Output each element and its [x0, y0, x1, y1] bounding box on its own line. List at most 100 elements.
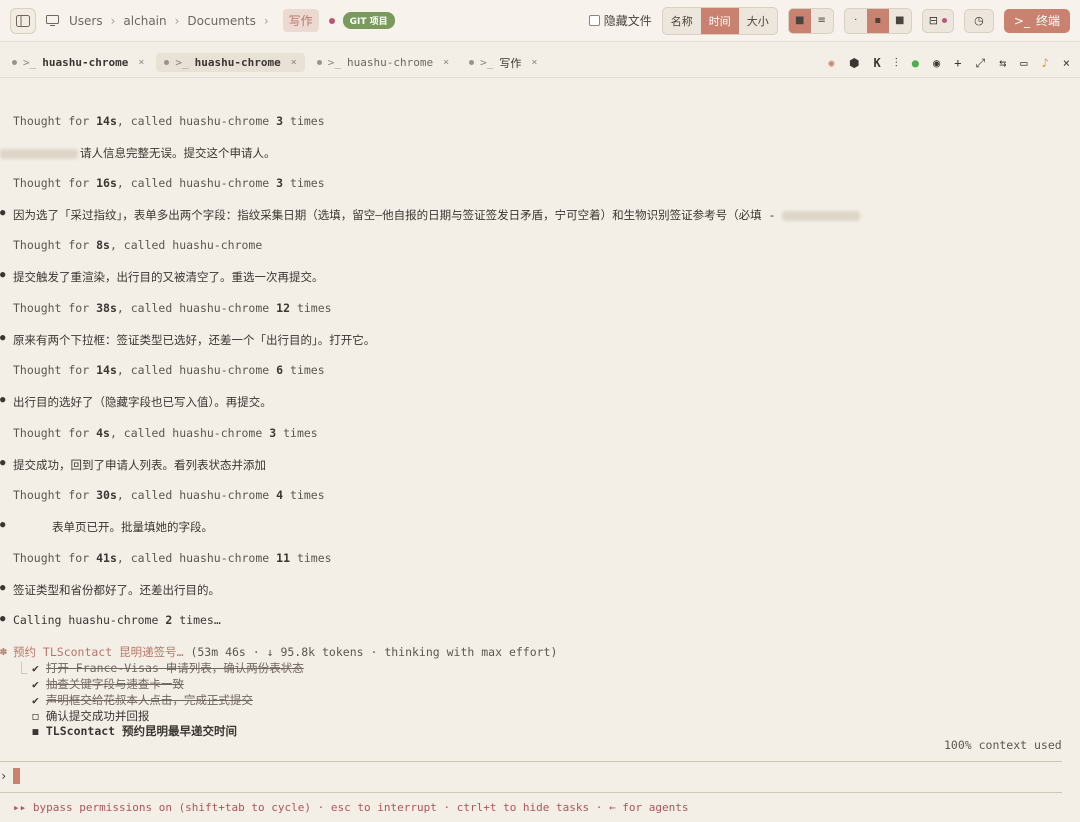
- k-logo-icon[interactable]: K: [874, 56, 881, 70]
- task-item: ◻ 确认提交成功并回报: [32, 709, 150, 723]
- density-control: · ▪ ■: [843, 7, 912, 34]
- tab-huashu-chrome-2[interactable]: >_ huashu-chrome ×: [156, 53, 305, 72]
- large-square-icon: ■: [894, 15, 905, 26]
- sidebar-toggle-button[interactable]: [10, 7, 36, 34]
- tab-label: huashu-chrome: [194, 56, 281, 69]
- git-badge: GIT 项目: [342, 12, 395, 29]
- sort-by-name[interactable]: 名称: [663, 8, 701, 34]
- context-usage: 100% context used: [944, 738, 1062, 752]
- input-cursor[interactable]: [13, 768, 20, 784]
- thought-line: Thought for 16s, called huashu-chrome 3 …: [13, 176, 325, 190]
- task-item: ✔ 打开 France-Visas 申请列表，确认两份表状态: [32, 661, 304, 675]
- message-line: 请人信息完整无误。提交这个申请人。: [0, 145, 276, 161]
- sidebar-icon: [16, 14, 30, 27]
- close-panel-icon[interactable]: ×: [1063, 56, 1070, 70]
- breadcrumb: Users › alchain › Documents › 写作: [46, 9, 319, 32]
- hide-files-checkbox[interactable]: [588, 15, 600, 26]
- sort-by-size[interactable]: 大小: [739, 8, 777, 34]
- message-line: 因为选了「采过指纹」，表单多出两个字段：指纹采集日期（选填，留空—他自报的日期与…: [0, 207, 860, 223]
- medium-dot-icon: ▪: [874, 15, 882, 26]
- thought-line: Thought for 14s, called huashu-chrome 3 …: [13, 114, 325, 128]
- message-line: 表单页已开。批量填她的字段。: [0, 519, 213, 535]
- close-icon[interactable]: ×: [138, 57, 144, 68]
- breadcrumb-current[interactable]: 写作: [282, 9, 319, 32]
- eye-icon[interactable]: ◉: [933, 56, 940, 70]
- tab-status-dot: [469, 60, 475, 65]
- inbox-icon: ⊟: [928, 14, 938, 27]
- hide-files-label: 隐藏文件: [603, 14, 652, 28]
- redacted-block: [0, 148, 78, 159]
- openai-icon[interactable]: ⬢: [849, 56, 859, 70]
- terminal-icon: >_: [175, 56, 189, 69]
- sliders-icon[interactable]: ⫶: [895, 56, 898, 71]
- wechat-icon[interactable]: ●: [912, 56, 919, 70]
- status-dot: [328, 17, 335, 24]
- divider: [0, 761, 1062, 762]
- small-dot-icon: ·: [854, 15, 858, 26]
- tab-bar: >_ huashu-chrome × >_ huashu-chrome × >_…: [0, 48, 1080, 78]
- calling-line: Calling huashu-chrome 2 times…: [0, 613, 221, 627]
- inbox-button[interactable]: ⊟: [921, 8, 954, 33]
- tab-toolbar: ✺ ⬢ K ⫶ ● ◉ + ⤢ ⇆ ▭ ♪ ×: [828, 48, 1070, 78]
- tab-status-dot: [12, 60, 17, 65]
- plus-icon[interactable]: +: [954, 56, 961, 70]
- tab-status-dot: [316, 60, 322, 65]
- inbox-dot: [941, 18, 947, 23]
- tab-status-dot: [164, 60, 170, 65]
- swap-icon[interactable]: ⇆: [999, 56, 1006, 70]
- message-line: 原来有两个下拉框：签证类型已选好，还差一个「出行目的」。打开它。: [0, 332, 375, 348]
- thought-line: Thought for 8s, called huashu-chrome: [13, 238, 263, 252]
- tab-huashu-chrome-1[interactable]: >_ huashu-chrome ×: [4, 53, 152, 72]
- tab-label: huashu-chrome: [42, 56, 129, 69]
- message-line: 出行目的选好了（隐藏字段也已写入值）。再提交。: [0, 394, 272, 410]
- prompt-caret: ›: [0, 769, 8, 783]
- spinner-icon: ✽: [0, 644, 7, 658]
- footer-hint: ▸▸ bypass permissions on (shift+tab to c…: [13, 801, 689, 814]
- expand-icon[interactable]: ⤢: [975, 56, 985, 71]
- close-icon[interactable]: ×: [443, 57, 449, 68]
- task-tree-branch: ⎿: [16, 661, 28, 675]
- record-icon[interactable]: ▭: [1020, 56, 1027, 70]
- terminal-icon: >_: [327, 56, 341, 69]
- thought-line: Thought for 30s, called huashu-chrome 4 …: [13, 488, 325, 502]
- breadcrumb-item[interactable]: Documents: [187, 14, 255, 28]
- tab-label: huashu-chrome: [347, 56, 434, 69]
- breadcrumb-item[interactable]: alchain: [123, 14, 166, 28]
- list-icon: ≡: [817, 15, 826, 26]
- grid-view-button[interactable]: ■: [788, 8, 811, 33]
- message-line: 提交成功，回到了申请人列表。看列表状态并添加: [0, 457, 266, 473]
- thought-line: Thought for 38s, called huashu-chrome 12…: [13, 301, 332, 315]
- hide-files-toggle[interactable]: 隐藏文件: [588, 12, 652, 29]
- density-small-button[interactable]: ·: [845, 9, 867, 33]
- density-large-button[interactable]: ■: [889, 9, 911, 33]
- status-line: ✽ 预约 TLScontact 昆明递签号… (53m 46s · ↓ 95.8k…: [0, 644, 558, 659]
- tab-huashu-chrome-3[interactable]: >_ huashu-chrome ×: [309, 53, 457, 72]
- terminal-icon: >_: [480, 56, 494, 69]
- clock-icon: ◷: [974, 14, 984, 27]
- monitor-icon: [46, 15, 59, 26]
- bell-icon[interactable]: ♪: [1042, 56, 1049, 70]
- density-medium-button[interactable]: ▪: [866, 8, 889, 33]
- divider: [0, 792, 1062, 793]
- thought-line: Thought for 41s, called huashu-chrome 11…: [13, 551, 332, 565]
- terminal-icon: >_: [1013, 13, 1030, 28]
- redacted-block: [781, 210, 860, 221]
- sort-by-time[interactable]: 时间: [700, 7, 739, 34]
- close-icon[interactable]: ×: [531, 57, 537, 68]
- history-button[interactable]: ◷: [963, 8, 994, 33]
- message-line: 提交触发了重渲染，出行目的又被清空了。重选一次再提交。: [0, 269, 323, 285]
- grid-icon: ■: [794, 15, 805, 26]
- task-item: ✔ 抽查关键字段与速查卡一致: [32, 677, 184, 691]
- sparkle-icon[interactable]: ✺: [828, 56, 835, 70]
- tab-label: 写作: [499, 56, 522, 70]
- terminal-icon: >_: [23, 56, 37, 69]
- view-mode-control: ■ ≡: [787, 7, 834, 34]
- close-icon[interactable]: ×: [291, 57, 297, 68]
- message-line: 签证类型和省份都好了。还差出行目的。: [0, 582, 220, 598]
- breadcrumb-item[interactable]: Users: [69, 14, 103, 28]
- tab-writing[interactable]: >_ 写作 ×: [461, 52, 545, 74]
- terminal-button[interactable]: >_ 终端: [1003, 8, 1070, 33]
- thought-line: Thought for 4s, called huashu-chrome 3 t…: [13, 426, 318, 440]
- task-item-current: ◼ TLScontact 预约昆明最早递交时间: [32, 724, 238, 738]
- list-view-button[interactable]: ≡: [811, 9, 833, 33]
